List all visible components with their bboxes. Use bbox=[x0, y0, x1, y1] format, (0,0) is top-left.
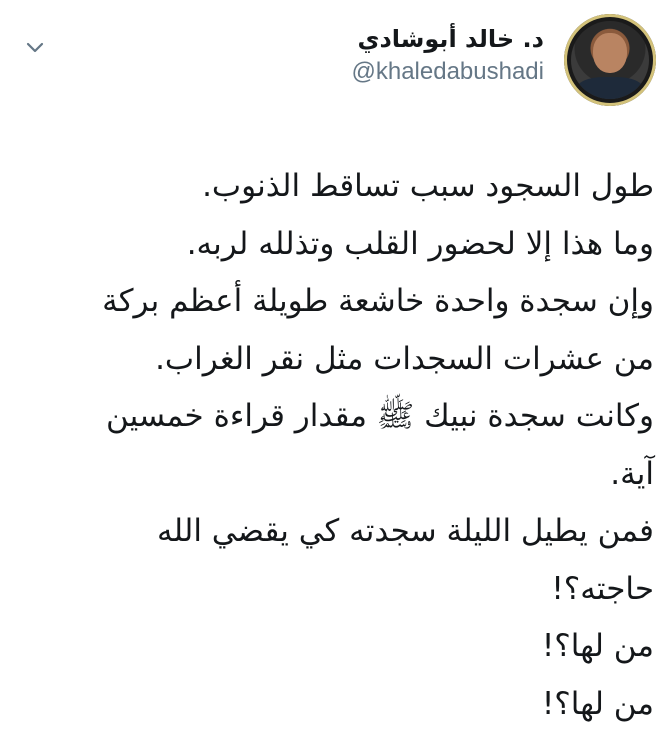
chevron-down-icon[interactable] bbox=[24, 36, 46, 58]
author-handle[interactable]: @khaledabushadi bbox=[351, 56, 544, 88]
profile-photo bbox=[571, 21, 649, 99]
tweet-header: د. خالد أبوشادي @khaledabushadi bbox=[16, 14, 656, 114]
author-info[interactable]: د. خالد أبوشادي @khaledabushadi bbox=[351, 22, 544, 88]
avatar-shirt bbox=[577, 77, 643, 99]
author-display-name[interactable]: د. خالد أبوشادي bbox=[351, 22, 544, 56]
avatar-face bbox=[593, 33, 627, 73]
tweet-line: من لها؟! bbox=[541, 628, 654, 664]
tweet-line: آية. bbox=[610, 455, 654, 492]
tweet-line: طول السجود سبب تساقط الذنوب. bbox=[202, 168, 654, 204]
tweet-line: من عشرات السجدات مثل نقر الغراب. bbox=[155, 340, 654, 377]
tweet-line: من لها؟! bbox=[541, 685, 654, 722]
avatar[interactable] bbox=[564, 14, 656, 106]
tweet-line: وإن سجدة واحدة خاشعة طويلة أعظم بركة bbox=[102, 283, 654, 319]
tweet-line: حاجته؟! bbox=[551, 570, 654, 607]
tweet-line: وكانت سجدة نبيك ﷺ مقدار قراءة خمسين bbox=[106, 398, 654, 434]
tweet-card: د. خالد أبوشادي @khaledabushadi طول السج… bbox=[0, 0, 672, 750]
tweet-text: طول السجود سبب تساقط الذنوب. وما هذا إلا… bbox=[18, 158, 654, 733]
tweet-line: فمن يطيل الليلة سجدته كي يقضي الله bbox=[157, 513, 654, 549]
tweet-line: وما هذا إلا لحضور القلب وتذلله لربه. bbox=[186, 225, 654, 262]
